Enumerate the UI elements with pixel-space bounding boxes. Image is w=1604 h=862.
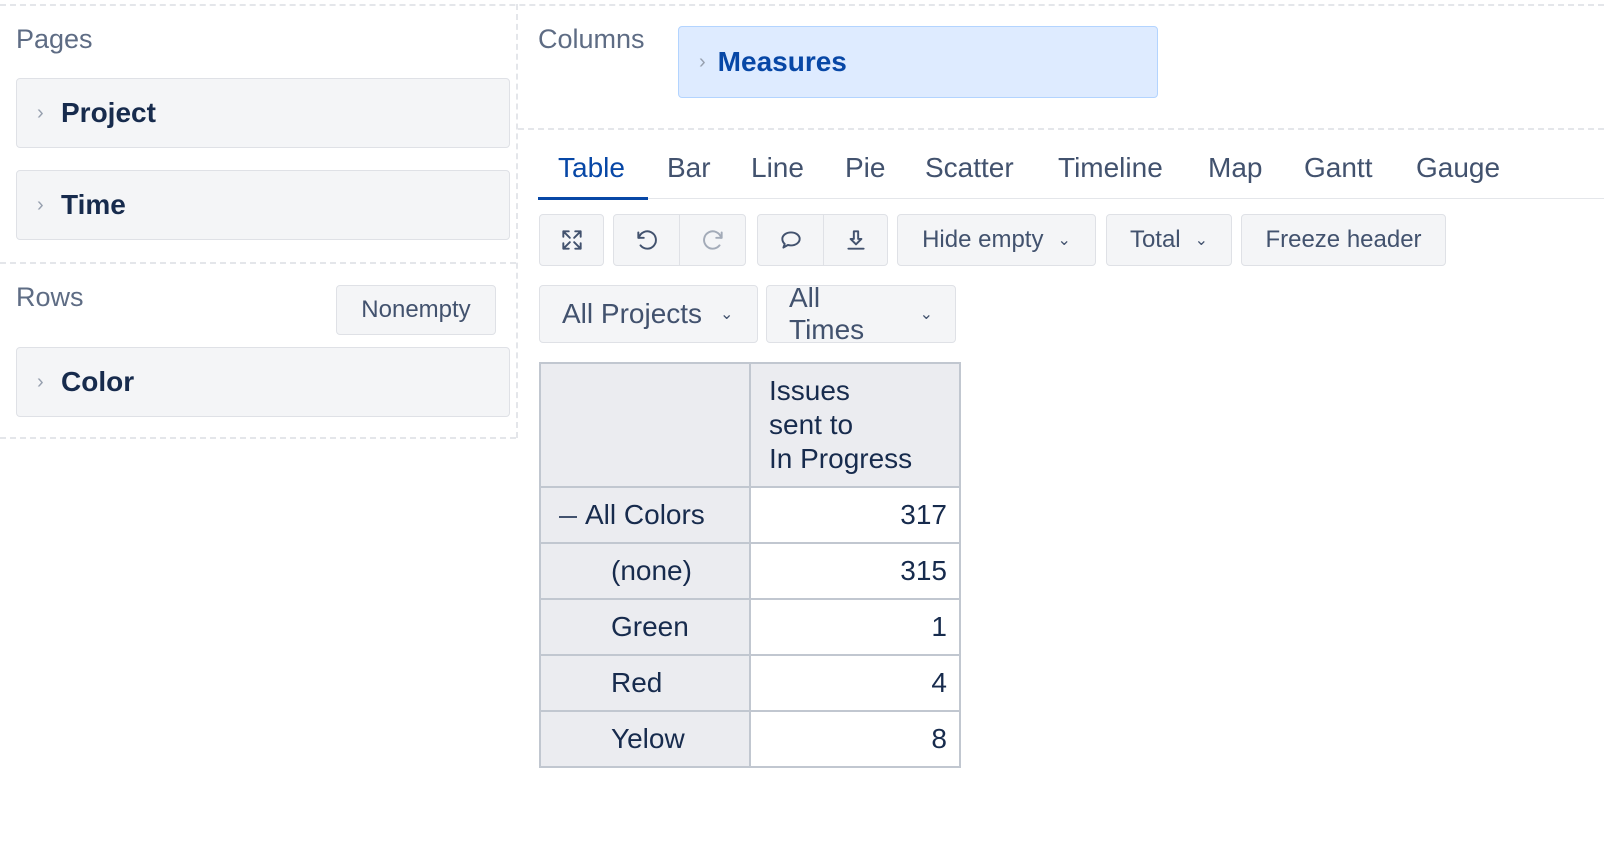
hide-empty-label: Hide empty (922, 226, 1044, 253)
comment-icon (780, 231, 801, 249)
column-header-line: sent to (769, 409, 854, 440)
download-button[interactable] (823, 214, 888, 266)
total-label: Total (1129, 226, 1181, 253)
freeze-header-button[interactable]: Freeze header (1241, 214, 1446, 266)
comment-button[interactable] (757, 214, 824, 266)
row-header-red[interactable]: Red (539, 654, 751, 712)
redo-button[interactable] (679, 214, 746, 266)
column-header-line: In Progress (769, 443, 913, 474)
rows-title: Rows (16, 282, 84, 312)
row-header-none[interactable]: (none) (539, 542, 751, 600)
nonempty-button[interactable]: Nonempty (336, 285, 496, 335)
columns-title: Columns (538, 24, 645, 54)
tab-scatter[interactable]: Scatter (925, 152, 1014, 184)
tab-table[interactable]: Table (558, 152, 625, 184)
pages-dimension-time[interactable]: › Time (16, 170, 510, 240)
chevron-right-icon: › (37, 194, 44, 216)
pages-rows-divider (0, 262, 516, 264)
chevron-right-icon: › (37, 102, 44, 124)
table-header-row: Issues sent to In Progress (539, 362, 961, 488)
fullscreen-button[interactable] (539, 214, 604, 266)
column-header-issues-in-progress[interactable]: Issues sent to In Progress (749, 362, 961, 488)
table-row: Yelow 8 (539, 710, 961, 768)
dimension-label: Project (61, 97, 156, 128)
table-row: All Colors 317 (539, 486, 961, 544)
projects-filter-label: All Projects (562, 298, 703, 329)
table-row: Green 1 (539, 598, 961, 656)
row-header-all-colors[interactable]: All Colors (539, 486, 751, 544)
top-dashed-border (0, 4, 1604, 6)
dimension-label: Measures (717, 46, 847, 77)
tab-timeline[interactable]: Timeline (1058, 152, 1163, 184)
value-cell: 315 (749, 542, 961, 600)
fullscreen-icon (561, 230, 582, 250)
redo-icon (702, 230, 723, 250)
total-dropdown[interactable]: Total ⌄ (1106, 214, 1232, 266)
panel-divider (516, 4, 518, 438)
undo-button[interactable] (613, 214, 680, 266)
pages-title: Pages (16, 24, 93, 54)
rows-dimension-color[interactable]: › Color (16, 347, 510, 417)
column-header-line: Issues (769, 375, 850, 406)
hide-empty-dropdown[interactable]: Hide empty ⌄ (897, 214, 1096, 266)
chevron-down-icon: ⌄ (720, 306, 734, 323)
times-filter-dropdown[interactable]: All Times ⌄ (766, 282, 956, 345)
dimension-label: Color (61, 366, 135, 397)
collapse-icon[interactable] (559, 515, 577, 518)
chevron-down-icon: ⌄ (919, 306, 933, 323)
table-row: Red 4 (539, 654, 961, 712)
chevron-right-icon: › (37, 371, 44, 393)
table-corner-cell (539, 362, 751, 488)
chevron-down-icon: ⌄ (1194, 232, 1209, 249)
tab-pie[interactable]: Pie (845, 152, 885, 184)
tabs-baseline (538, 198, 1604, 199)
value-cell: 4 (749, 654, 961, 712)
dimension-label: Time (61, 189, 126, 220)
row-label: All Colors (585, 499, 705, 530)
columns-dimension-measures[interactable]: › Measures (678, 26, 1158, 98)
row-header-green[interactable]: Green (539, 598, 751, 656)
row-header-yelow[interactable]: Yelow (539, 710, 751, 768)
rows-bottom-divider (0, 437, 516, 439)
tab-map[interactable]: Map (1208, 152, 1262, 184)
active-tab-indicator (538, 197, 648, 200)
value-cell: 8 (749, 710, 961, 768)
tab-bar[interactable]: Bar (667, 152, 711, 184)
tab-gantt[interactable]: Gantt (1304, 152, 1372, 184)
tab-line[interactable]: Line (751, 152, 804, 184)
pivot-table: Issues sent to In Progress All Colors 31… (539, 362, 961, 768)
pages-dimension-project[interactable]: › Project (16, 78, 510, 148)
value-cell: 317 (749, 486, 961, 544)
columns-bottom-divider (518, 128, 1604, 130)
download-icon (846, 230, 865, 250)
undo-icon (636, 230, 657, 250)
projects-filter-dropdown[interactable]: All Projects ⌄ (539, 285, 758, 343)
tab-gauge[interactable]: Gauge (1416, 152, 1500, 184)
table-row: (none) 315 (539, 542, 961, 600)
chevron-down-icon: ⌄ (1057, 232, 1071, 249)
value-cell: 1 (749, 598, 961, 656)
chevron-right-icon: › (699, 50, 706, 73)
times-filter-label: All Times (789, 282, 865, 345)
